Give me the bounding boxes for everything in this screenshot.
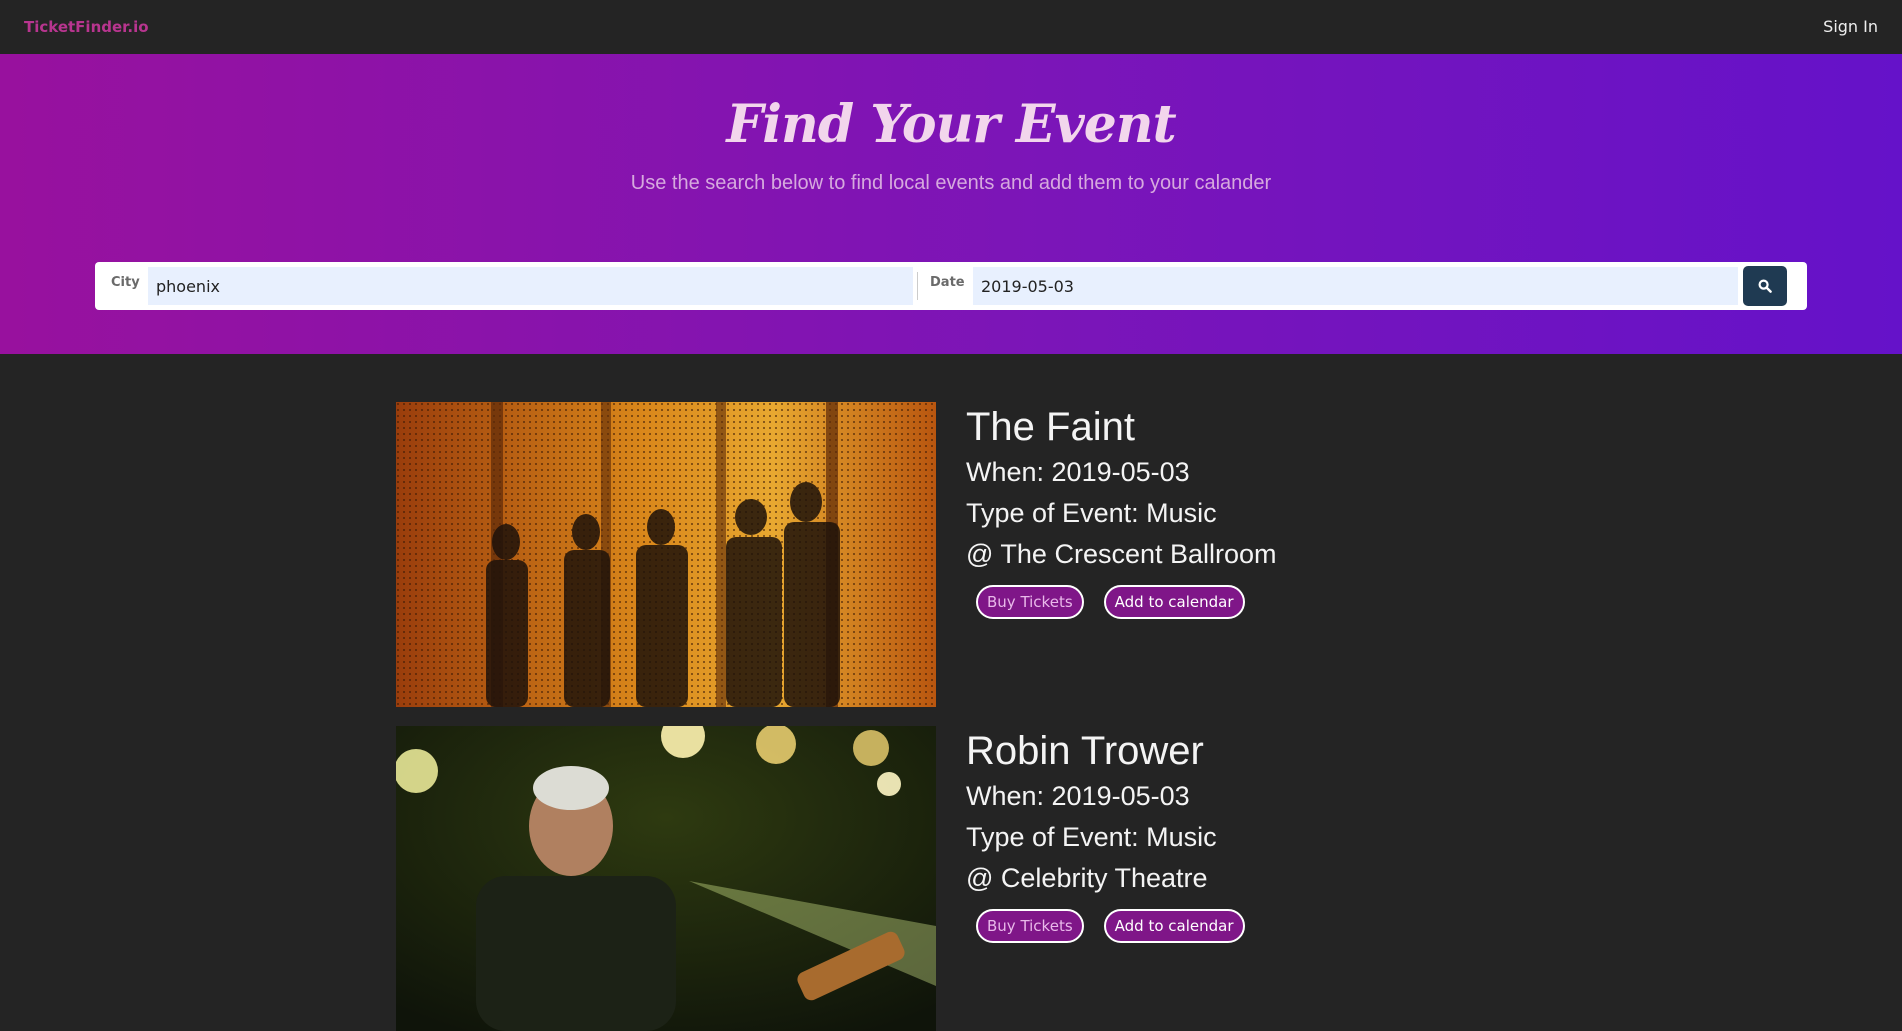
city-label: City — [111, 275, 140, 290]
event-info: The Faint When: 2019-05-03 Type of Event… — [966, 402, 1277, 619]
page-title: Find Your Event — [726, 94, 1176, 155]
event-venue: @ The Crescent Ballroom — [966, 539, 1277, 569]
event-title: The Faint — [966, 405, 1135, 449]
city-input[interactable] — [148, 267, 913, 305]
event-venue: @ Celebrity Theatre — [966, 863, 1208, 893]
event-date: When: 2019-05-03 — [966, 781, 1190, 811]
event-image — [396, 726, 936, 1031]
sign-in-link[interactable]: Sign In — [1823, 17, 1878, 36]
field-divider — [917, 272, 918, 300]
date-input[interactable] — [973, 267, 1738, 305]
hero-banner: Find Your Event Use the search below to … — [0, 54, 1902, 354]
navbar: TicketFinder.io Sign In — [0, 0, 1902, 54]
event-image — [396, 402, 936, 707]
page-subtitle: Use the search below to find local event… — [630, 172, 1272, 194]
add-to-calendar-button[interactable]: Add to calendar — [1103, 909, 1245, 943]
brand-logo[interactable]: TicketFinder.io — [24, 18, 149, 36]
event-card: Robin Trower When: 2019-05-03 Type of Ev… — [396, 726, 1496, 1031]
search-button[interactable] — [1743, 266, 1787, 306]
add-to-calendar-button[interactable]: Add to calendar — [1103, 585, 1245, 619]
event-card: The Faint When: 2019-05-03 Type of Event… — [396, 402, 1496, 707]
search-bar: City Date — [95, 262, 1807, 310]
event-type: Type of Event: Music — [966, 498, 1217, 528]
date-label: Date — [930, 275, 965, 290]
event-date: When: 2019-05-03 — [966, 457, 1190, 487]
search-icon — [1758, 279, 1772, 293]
event-type: Type of Event: Music — [966, 822, 1217, 852]
event-title: Robin Trower — [966, 729, 1204, 773]
buy-tickets-button[interactable]: Buy Tickets — [976, 585, 1084, 619]
event-info: Robin Trower When: 2019-05-03 Type of Ev… — [966, 726, 1245, 943]
buy-tickets-button[interactable]: Buy Tickets — [976, 909, 1084, 943]
